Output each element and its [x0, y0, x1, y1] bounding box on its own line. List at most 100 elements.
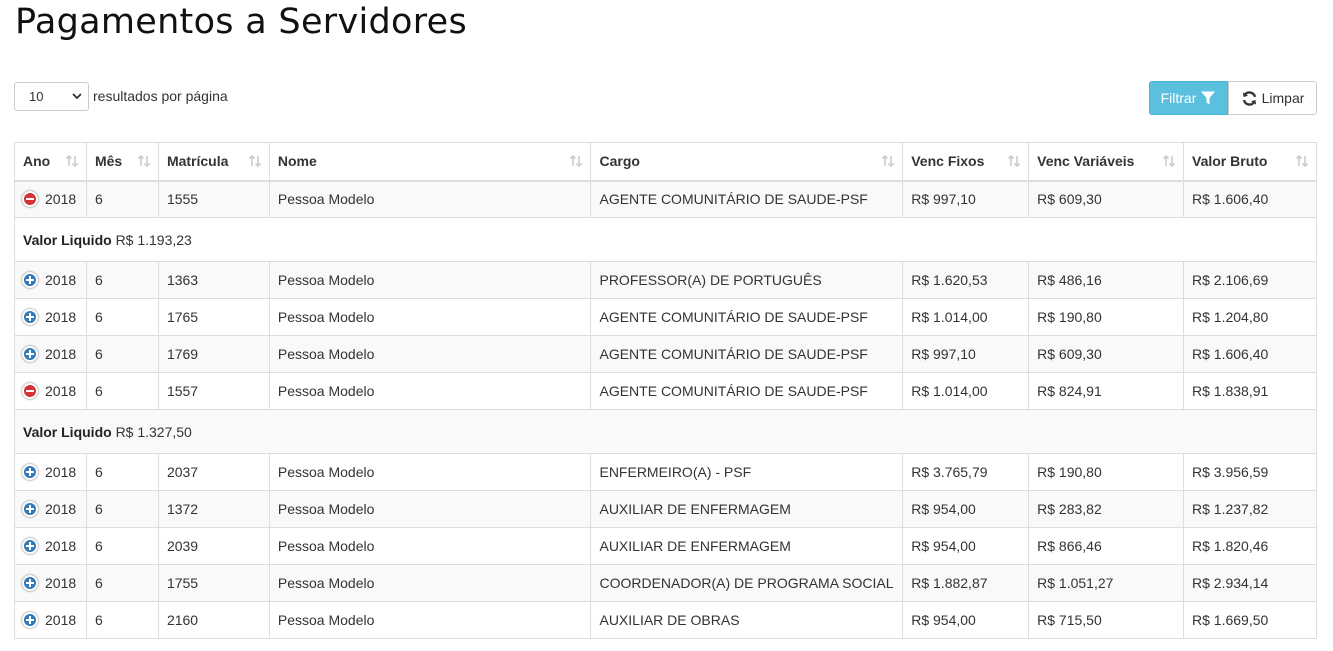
- cell-venc-variaveis: R$ 824,91: [1028, 372, 1185, 410]
- expand-row-icon[interactable]: [22, 464, 38, 480]
- cell-venc-variaveis: R$ 715,50: [1028, 601, 1185, 639]
- table-header-row: Ano Mês Matrícula Nome Cargo Venc Fixos …: [14, 142, 1317, 182]
- table-row: 2018 6 1755 Pessoa Modelo COORDENADOR(A)…: [14, 564, 1317, 602]
- cell-venc-fixos: R$ 997,10: [902, 335, 1030, 373]
- valor-liquido-value: R$ 1.193,23: [115, 231, 192, 248]
- cell-nome: Pessoa Modelo: [268, 335, 592, 373]
- cell-cargo: AUXILIAR DE OBRAS: [590, 601, 904, 639]
- cell-mes: 6: [85, 372, 159, 410]
- cell-venc-variaveis: R$ 190,80: [1028, 298, 1185, 336]
- cell-nome: Pessoa Modelo: [268, 527, 592, 565]
- valor-liquido-label: Valor Liquido: [23, 423, 112, 440]
- page-length-label: resultados por página: [93, 88, 228, 104]
- filter-button[interactable]: Filtrar: [1149, 81, 1228, 115]
- cell-matricula: 2160: [157, 601, 270, 639]
- cell-matricula: 1372: [157, 490, 270, 528]
- cell-nome: Pessoa Modelo: [268, 564, 592, 602]
- expand-row-icon[interactable]: [22, 272, 38, 288]
- expand-row-icon[interactable]: [22, 612, 38, 628]
- row-detail: Valor Liquido R$ 1.193,23: [14, 217, 1317, 262]
- expand-row-icon[interactable]: [22, 575, 38, 591]
- cell-ano: 2018: [45, 272, 77, 288]
- cell-cargo: AGENTE COMUNITÁRIO DE SAUDE-PSF: [590, 372, 904, 410]
- cell-mes: 6: [85, 298, 159, 336]
- cell-venc-fixos: R$ 954,00: [902, 601, 1030, 639]
- cell-cargo: AUXILIAR DE ENFERMAGEM: [590, 490, 904, 528]
- cell-venc-fixos: R$ 1.014,00: [902, 298, 1030, 336]
- cell-nome: Pessoa Modelo: [268, 372, 592, 410]
- cell-cargo: AGENTE COMUNITÁRIO DE SAUDE-PSF: [590, 298, 904, 336]
- cell-valor-bruto: R$ 2.934,14: [1183, 564, 1317, 602]
- cell-ano: 2018: [45, 383, 77, 399]
- cell-ano: 2018: [45, 612, 77, 628]
- cell-venc-variaveis: R$ 609,30: [1028, 335, 1185, 373]
- cell-mes: 6: [85, 180, 159, 218]
- column-header-venc-fixos[interactable]: Venc Fixos: [902, 142, 1030, 182]
- expand-row-icon[interactable]: [22, 309, 38, 325]
- table-row: 2018 6 2037 Pessoa Modelo ENFERMEIRO(A) …: [14, 453, 1317, 491]
- cell-venc-fixos: R$ 1.620,53: [902, 261, 1030, 299]
- expand-row-icon[interactable]: [22, 346, 38, 362]
- expand-row-icon[interactable]: [22, 538, 38, 554]
- column-header-ano[interactable]: Ano: [14, 142, 87, 182]
- sort-icon: [882, 154, 895, 168]
- column-header-cargo[interactable]: Cargo: [590, 142, 904, 182]
- cell-valor-bruto: R$ 2.106,69: [1183, 261, 1317, 299]
- cell-mes: 6: [85, 601, 159, 639]
- cell-venc-fixos: R$ 1.882,87: [902, 564, 1030, 602]
- cell-venc-fixos: R$ 3.765,79: [902, 453, 1030, 491]
- page-length-select[interactable]: 10: [14, 82, 89, 111]
- cell-ano: 2018: [45, 191, 77, 208]
- table-row: 2018 6 1769 Pessoa Modelo AGENTE COMUNIT…: [14, 335, 1317, 373]
- filter-button-label: Filtrar: [1160, 90, 1197, 106]
- cell-ano: 2018: [45, 346, 77, 362]
- cell-nome: Pessoa Modelo: [268, 453, 592, 491]
- column-header-mes[interactable]: Mês: [85, 142, 159, 182]
- cell-venc-variaveis: R$ 609,30: [1028, 180, 1185, 218]
- page-length-value: 10: [29, 89, 44, 104]
- table-row: 2018 6 1363 Pessoa Modelo PROFESSOR(A) D…: [14, 261, 1317, 299]
- filter-icon: [1201, 91, 1216, 105]
- cell-valor-bruto: R$ 1.237,82: [1183, 490, 1317, 528]
- sort-icon: [1295, 154, 1309, 168]
- cell-nome: Pessoa Modelo: [268, 490, 592, 528]
- cell-matricula: 1765: [157, 298, 270, 336]
- table-row: 2018 6 2160 Pessoa Modelo AUXILIAR DE OB…: [14, 601, 1317, 639]
- column-header-nome[interactable]: Nome: [268, 142, 592, 182]
- cell-ano: 2018: [45, 575, 77, 591]
- cell-mes: 6: [85, 335, 159, 373]
- clear-button[interactable]: Limpar: [1228, 81, 1317, 115]
- cell-ano: 2018: [45, 464, 77, 480]
- cell-venc-variaveis: R$ 1.051,27: [1028, 564, 1185, 602]
- cell-cargo: COORDENADOR(A) DE PROGRAMA SOCIAL: [590, 564, 904, 602]
- column-header-matricula[interactable]: Matrícula: [157, 142, 270, 182]
- cell-ano: 2018: [45, 309, 77, 325]
- cell-valor-bruto: R$ 1.606,40: [1183, 335, 1317, 373]
- cell-matricula: 2037: [157, 453, 270, 491]
- cell-mes: 6: [85, 527, 159, 565]
- table-row: 2018 6 1557 Pessoa Modelo AGENTE COMUNIT…: [14, 372, 1317, 410]
- payments-table: Ano Mês Matrícula Nome Cargo Venc Fixos …: [14, 142, 1317, 639]
- collapse-row-icon[interactable]: [22, 191, 38, 208]
- cell-matricula: 1769: [157, 335, 270, 373]
- cell-venc-variaveis: R$ 190,80: [1028, 453, 1185, 491]
- cell-ano: 2018: [45, 538, 77, 554]
- cell-valor-bruto: R$ 3.956,59: [1183, 453, 1317, 491]
- collapse-row-icon[interactable]: [22, 383, 38, 399]
- expand-row-icon[interactable]: [22, 501, 38, 517]
- column-header-valor-bruto[interactable]: Valor Bruto: [1183, 142, 1317, 182]
- cell-valor-bruto: R$ 1.838,91: [1183, 372, 1317, 410]
- cell-matricula: 1555: [157, 180, 270, 218]
- sort-icon: [65, 154, 79, 168]
- cell-mes: 6: [85, 453, 159, 491]
- cell-nome: Pessoa Modelo: [268, 298, 592, 336]
- valor-liquido-value: R$ 1.327,50: [115, 423, 192, 440]
- sort-icon: [570, 154, 583, 168]
- column-header-venc-variaveis[interactable]: Venc Variáveis: [1028, 142, 1185, 182]
- cell-matricula: 1755: [157, 564, 270, 602]
- cell-venc-variaveis: R$ 866,46: [1028, 527, 1185, 565]
- cell-matricula: 1557: [157, 372, 270, 410]
- sort-icon: [1008, 154, 1021, 168]
- cell-cargo: AGENTE COMUNITÁRIO DE SAUDE-PSF: [590, 335, 904, 373]
- cell-cargo: AGENTE COMUNITÁRIO DE SAUDE-PSF: [590, 180, 904, 218]
